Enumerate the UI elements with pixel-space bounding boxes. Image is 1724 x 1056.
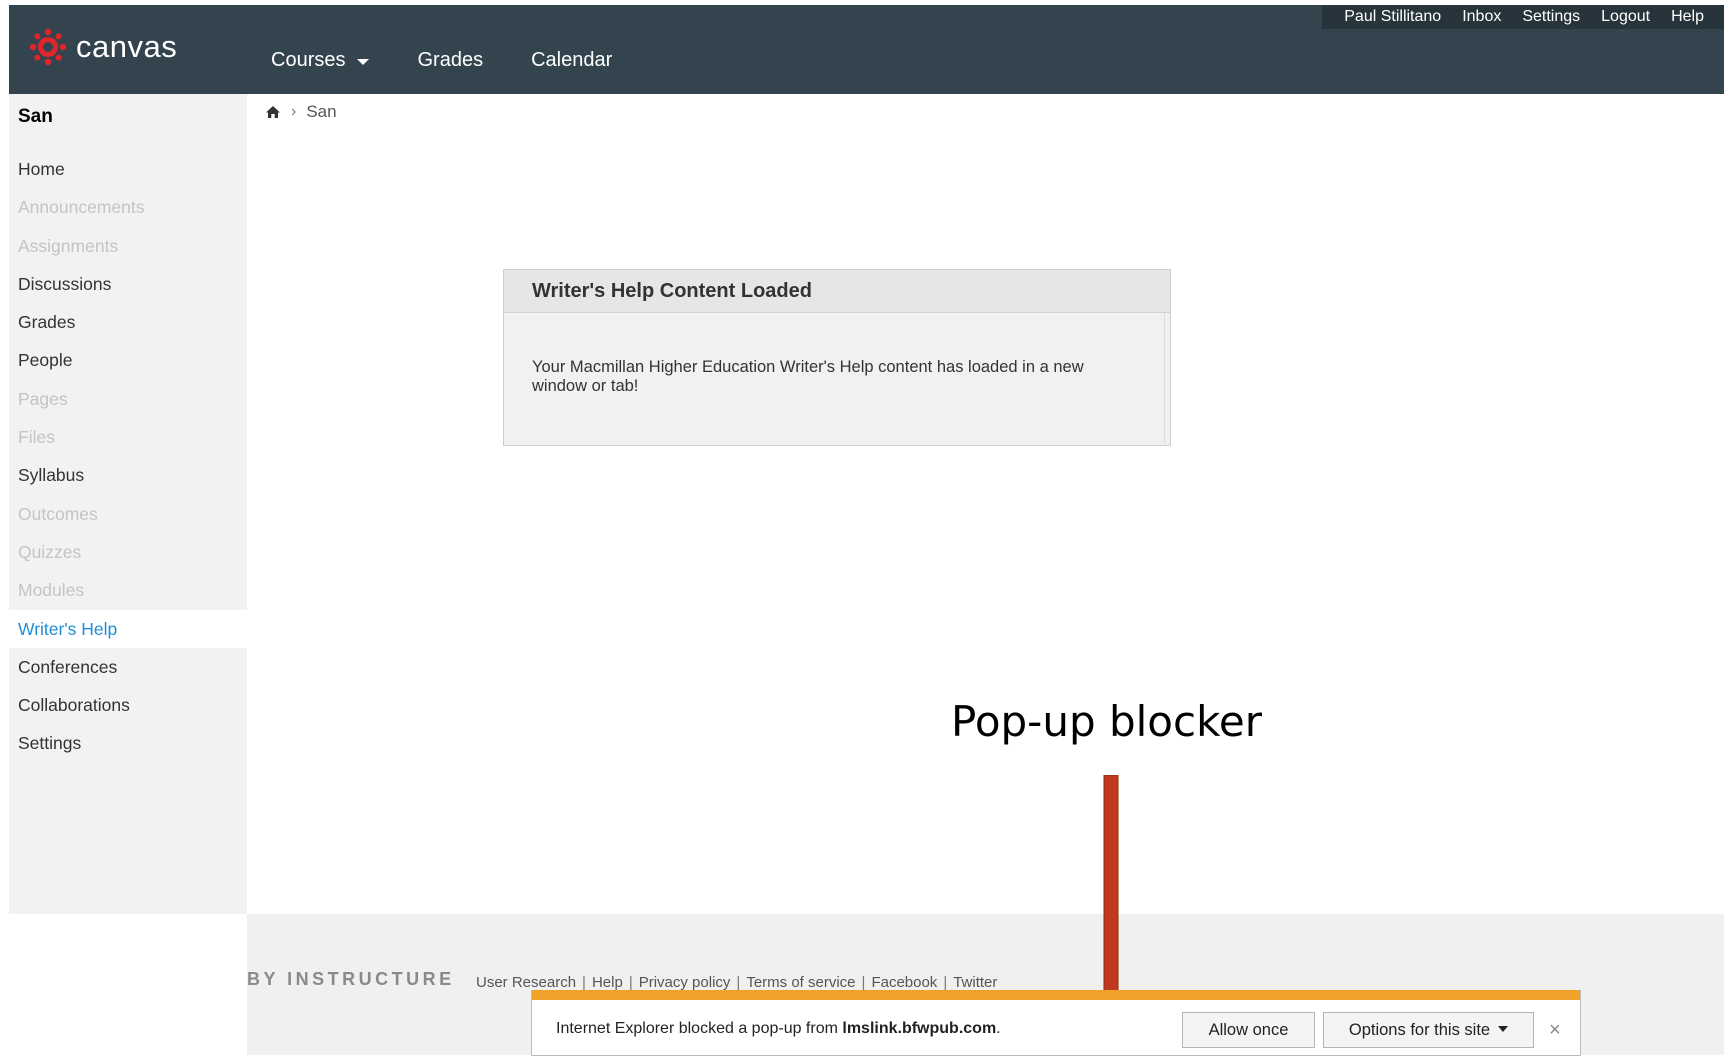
canvas-logo[interactable]: canvas xyxy=(29,28,177,66)
footer-link-privacy-policy[interactable]: Privacy policy xyxy=(639,974,731,991)
sidebar-item-grades[interactable]: Grades xyxy=(9,303,247,341)
nav-courses[interactable]: Courses xyxy=(271,49,370,72)
panel-message: Your Macmillan Higher Education Writer's… xyxy=(532,358,1084,395)
footer-links: User Research | Help | Privacy policy | … xyxy=(476,974,997,991)
logout-link[interactable]: Logout xyxy=(1601,8,1650,26)
footer-link-user-research[interactable]: User Research xyxy=(476,974,576,991)
footer-separator: | xyxy=(628,974,633,991)
sidebar-item-conferences[interactable]: Conferences xyxy=(9,648,247,686)
chevron-down-icon xyxy=(357,59,370,65)
sidebar-item-announcements[interactable]: Announcements xyxy=(9,188,247,226)
left-border xyxy=(0,0,9,1055)
footer-separator: | xyxy=(736,974,741,991)
options-button-label: Options for this site xyxy=(1348,1021,1491,1039)
user-bar: Paul Stillitano Inbox Settings Logout He… xyxy=(1322,5,1724,29)
sidebar-item-pages[interactable]: Pages xyxy=(9,380,247,418)
popup-message-prefix: Internet Explorer blocked a pop-up from xyxy=(556,1020,843,1037)
home-icon[interactable] xyxy=(265,105,281,119)
help-link[interactable]: Help xyxy=(1671,8,1704,26)
panel-divider xyxy=(1164,313,1165,444)
nav-grades[interactable]: Grades xyxy=(417,49,483,72)
panel-title: Writer's Help Content Loaded xyxy=(504,270,1170,313)
footer-link-facebook[interactable]: Facebook xyxy=(871,974,937,991)
canvas-logo-icon xyxy=(29,28,67,66)
ie-popup-blocked-bar: Internet Explorer blocked a pop-up from … xyxy=(531,990,1581,1056)
global-header: canvas Courses Grades Calendar Paul Stil… xyxy=(9,5,1724,94)
page: canvas Courses Grades Calendar Paul Stil… xyxy=(0,0,1724,1056)
blocked-domain: lmslink.bfwpub.com xyxy=(842,1020,997,1037)
breadcrumb: › San xyxy=(265,102,337,122)
footer-link-terms-of-service[interactable]: Terms of service xyxy=(746,974,855,991)
settings-link[interactable]: Settings xyxy=(1522,8,1580,26)
footer-separator: | xyxy=(861,974,866,991)
popup-blocked-message: Internet Explorer blocked a pop-up from … xyxy=(556,1020,1001,1038)
course-nav-list: Home Announcements Assignments Discussio… xyxy=(9,150,247,763)
footer-separator: | xyxy=(582,974,586,991)
breadcrumb-current[interactable]: San xyxy=(306,102,336,122)
canvas-logo-text: canvas xyxy=(76,29,178,64)
sidebar-item-home[interactable]: Home xyxy=(9,150,247,188)
footer-link-help[interactable]: Help xyxy=(592,974,623,991)
course-sidebar: San Home Announcements Assignments Discu… xyxy=(9,94,247,914)
nav-calendar[interactable]: Calendar xyxy=(531,49,612,72)
popup-message-suffix: . xyxy=(996,1020,1001,1037)
course-title: San xyxy=(18,106,53,127)
main-nav: Courses Grades Calendar xyxy=(271,49,660,72)
content-loaded-panel: Writer's Help Content Loaded Your Macmil… xyxy=(503,269,1171,446)
allow-once-button[interactable]: Allow once xyxy=(1182,1012,1315,1048)
sidebar-item-discussions[interactable]: Discussions xyxy=(9,265,247,303)
user-name-link[interactable]: Paul Stillitano xyxy=(1344,8,1441,26)
sidebar-item-quizzes[interactable]: Quizzes xyxy=(9,533,247,571)
sidebar-item-settings[interactable]: Settings xyxy=(9,724,247,762)
close-icon[interactable]: × xyxy=(1549,1020,1561,1040)
sidebar-item-syllabus[interactable]: Syllabus xyxy=(9,456,247,494)
options-for-this-site-button[interactable]: Options for this site xyxy=(1323,1012,1534,1048)
sidebar-item-people[interactable]: People xyxy=(9,341,247,379)
footer-link-twitter[interactable]: Twitter xyxy=(953,974,997,991)
nav-courses-label: Courses xyxy=(271,49,346,71)
sidebar-item-outcomes[interactable]: Outcomes xyxy=(9,495,247,533)
sidebar-item-writers-help[interactable]: Writer's Help xyxy=(9,609,247,648)
footer-separator: | xyxy=(943,974,948,991)
chevron-down-icon xyxy=(1498,1025,1509,1032)
breadcrumb-separator-icon: › xyxy=(291,103,297,120)
sidebar-item-collaborations[interactable]: Collaborations xyxy=(9,686,247,724)
sidebar-item-assignments[interactable]: Assignments xyxy=(9,227,247,265)
instructure-brand[interactable]: BY INSTRUCTURE xyxy=(247,969,455,990)
annotation-label: Pop-up blocker xyxy=(951,697,1263,746)
sidebar-item-modules[interactable]: Modules xyxy=(9,571,247,609)
notification-accent-stripe xyxy=(532,990,1580,1000)
nav-grades-label: Grades xyxy=(417,49,484,71)
sidebar-item-files[interactable]: Files xyxy=(9,418,247,456)
nav-calendar-label: Calendar xyxy=(531,49,613,71)
inbox-link[interactable]: Inbox xyxy=(1462,8,1501,26)
